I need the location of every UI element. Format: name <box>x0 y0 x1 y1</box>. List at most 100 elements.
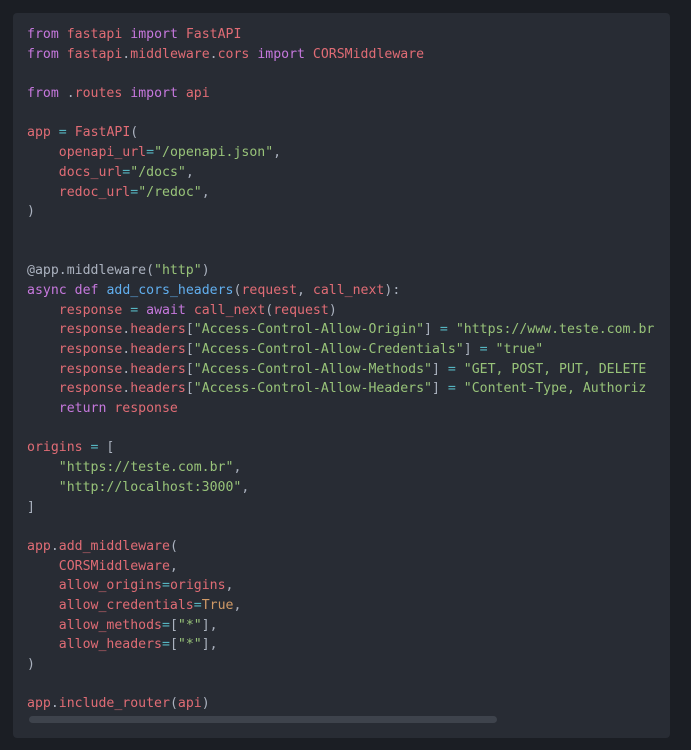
code-line: response.headers["Access-Control-Allow-O… <box>27 320 655 340</box>
punctuation-token <box>448 322 456 337</box>
punctuation-token <box>51 125 59 140</box>
punctuation-token: ) <box>27 204 35 220</box>
code-line: app = FastAPI( <box>27 123 655 143</box>
keyword-token: import <box>257 46 305 62</box>
punctuation-token <box>488 342 496 357</box>
identifier-token: include_router <box>58 696 170 712</box>
string-token: "http" <box>154 263 202 279</box>
punctuation-token <box>27 165 59 180</box>
punctuation-token <box>27 480 59 495</box>
identifier-token: FastAPI <box>185 27 242 42</box>
code-line: app.add_middleware( <box>27 537 655 557</box>
string-token: "/redoc" <box>138 184 202 200</box>
punctuation-token <box>27 145 59 160</box>
identifier-token: headers <box>130 361 186 377</box>
punctuation-token <box>27 598 59 613</box>
string-token: "http://localhost:3000" <box>58 479 242 495</box>
punctuation-token <box>456 362 464 377</box>
identifier-token: headers <box>130 322 186 338</box>
string-token: "GET, POST, PUT, DELETE <box>463 361 647 377</box>
punctuation-token: ] <box>463 342 480 357</box>
identifier-token: allow_headers <box>58 637 162 653</box>
keyword-token: import <box>130 86 178 102</box>
punctuation-token: ) <box>201 696 210 712</box>
identifier-token: allow_origins <box>58 578 162 594</box>
punctuation-token <box>27 637 59 652</box>
punctuation-token: . <box>58 86 75 102</box>
code-line: from .routes import api <box>27 84 655 104</box>
identifier-token: cors <box>217 46 250 62</box>
identifier-token: headers <box>130 342 186 357</box>
code-line: CORSMiddleware, <box>27 557 655 577</box>
code-content: from fastapi import FastAPI from fastapi.… <box>27 25 655 714</box>
string-token: "*" <box>177 637 202 653</box>
scrollbar-thumb[interactable] <box>29 716 497 723</box>
punctuation-token: ) <box>27 657 35 672</box>
punctuation-token <box>27 362 59 377</box>
identifier-token: CORSMiddleware <box>58 558 170 574</box>
punctuation-token <box>83 440 91 455</box>
identifier-token: response <box>114 401 178 417</box>
string-token: "Content-Type, Authoriz <box>463 381 647 397</box>
identifier-token: call_next <box>312 282 385 298</box>
punctuation-token: [ <box>185 381 194 397</box>
punctuation-token: , <box>185 164 194 180</box>
operator-token: = <box>479 342 488 357</box>
operator-token: = <box>439 322 448 338</box>
punctuation-token: [ <box>185 361 194 377</box>
identifier-token: allow_methods <box>58 617 162 633</box>
code-line: openapi_url="/openapi.json", <box>27 143 655 163</box>
string-token: "Access-Control-Allow-Headers" <box>193 381 432 397</box>
punctuation-token: ] <box>431 381 448 397</box>
string-token: "https://www.teste.com.br" <box>455 322 655 338</box>
keyword-token: from <box>27 86 59 102</box>
code-line: allow_headers=["*"], <box>27 635 655 655</box>
operator-token: = <box>161 578 170 594</box>
code-line: response.headers["Access-Control-Allow-C… <box>27 340 655 360</box>
punctuation-token: [ <box>169 637 178 653</box>
punctuation-token: , <box>233 460 242 476</box>
identifier-token: app <box>27 125 51 141</box>
string-token: "true" <box>495 342 544 357</box>
code-line: "http://localhost:3000", <box>27 478 655 498</box>
punctuation-token: , <box>297 282 313 298</box>
string-token: "Access-Control-Allow-Credentials" <box>193 342 464 357</box>
punctuation-token: ( <box>169 538 178 554</box>
code-line: from fastapi import FastAPI <box>27 25 655 45</box>
code-line: ) <box>27 655 655 675</box>
punctuation-token: [ <box>185 342 194 357</box>
identifier-token: request <box>241 282 298 298</box>
punctuation-token: , <box>241 479 250 495</box>
punctuation-token: ): <box>384 282 401 298</box>
horizontal-scrollbar[interactable] <box>29 716 659 724</box>
string-token: "/openapi.json" <box>154 145 274 161</box>
punctuation-token <box>27 401 59 416</box>
operator-token: = <box>161 617 170 633</box>
keyword-token: def <box>74 282 99 298</box>
operator-token: = <box>447 361 456 377</box>
identifier-token: allow_credentials <box>58 597 194 613</box>
code-line: response.headers["Access-Control-Allow-H… <box>27 379 655 399</box>
punctuation-token <box>27 578 59 593</box>
operator-token: = <box>58 125 67 141</box>
identifier-token: request <box>273 302 329 318</box>
punctuation-token: . <box>209 46 218 62</box>
punctuation-token <box>27 460 59 475</box>
keyword-token: from <box>27 27 59 42</box>
code-line: allow_origins=origins, <box>27 576 655 596</box>
code-line: from fastapi.middleware.cors import CORS… <box>27 45 655 65</box>
identifier-token: fastapi <box>66 27 123 42</box>
identifier-token: app <box>27 696 51 712</box>
identifier-token: add_middleware <box>58 538 170 554</box>
punctuation-token: ] <box>27 499 35 515</box>
decorator-token: ) <box>201 263 210 279</box>
identifier-token: response <box>58 342 123 357</box>
code-line: response = await call_next(request) <box>27 301 655 321</box>
identifier-token: response <box>58 302 123 318</box>
operator-token: = <box>130 302 139 318</box>
